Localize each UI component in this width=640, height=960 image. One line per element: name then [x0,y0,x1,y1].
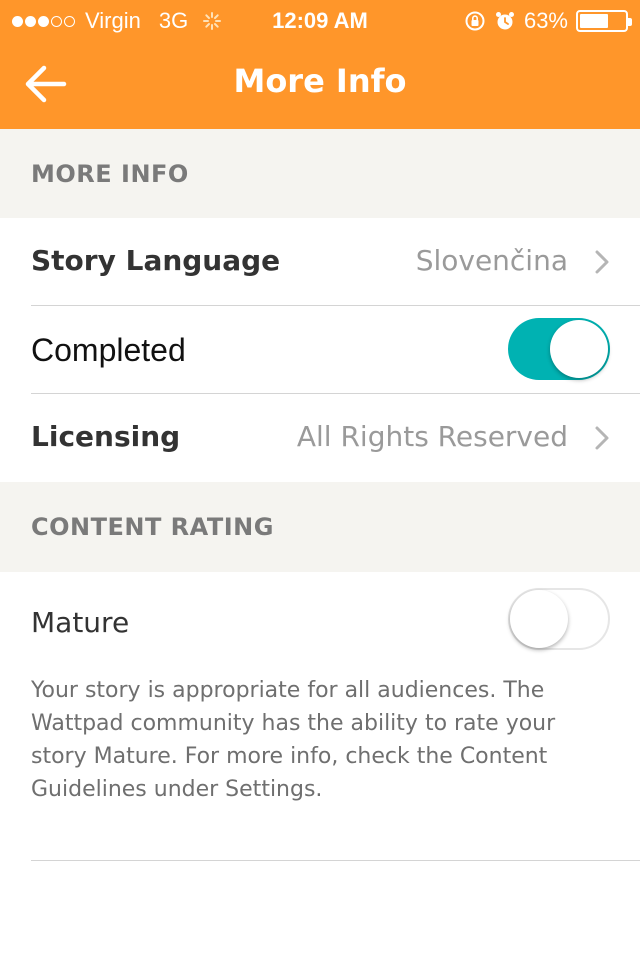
battery-percent: 63% [523,8,568,33]
story-language-value: Slovenčina [415,244,568,277]
toggle-knob [510,590,568,648]
section-header-content-rating: CONTENT RATING [0,482,640,572]
toggle-knob [550,320,608,378]
chevron-right-icon [595,250,609,274]
completed-row: Completed [0,306,640,394]
alarm-clock-icon [495,12,514,30]
completed-label: Completed [31,332,186,368]
content-rating-note: Your story is appropriate for all audien… [31,678,556,802]
rotation-lock-icon [465,11,485,31]
mature-label: Mature [31,606,130,639]
divider [31,860,640,861]
page-title: More Info [233,62,407,100]
battery-icon [576,10,632,32]
story-language-label: Story Language [31,244,281,277]
mature-row: Mature [0,572,640,672]
section-header-more-info: MORE INFO [0,129,640,218]
licensing-value: All Rights Reserved [296,420,568,453]
battery-level [580,14,608,28]
story-language-row[interactable]: Story Language Slovenčina [0,218,640,306]
licensing-row[interactable]: Licensing All Rights Reserved [0,394,640,482]
licensing-label: Licensing [31,420,181,453]
chevron-right-icon [595,426,609,450]
navigation-bar: More Info [0,40,640,129]
mature-toggle[interactable] [508,588,610,650]
section-label-content-rating: CONTENT RATING [31,513,274,541]
status-right: 63% [464,8,632,34]
top-bar: Virgin 3G 12:09 AM 63% More Info [0,0,640,129]
section-label-more-info: MORE INFO [31,160,189,188]
status-bar: Virgin 3G 12:09 AM 63% [0,0,640,40]
completed-toggle[interactable] [508,318,610,380]
